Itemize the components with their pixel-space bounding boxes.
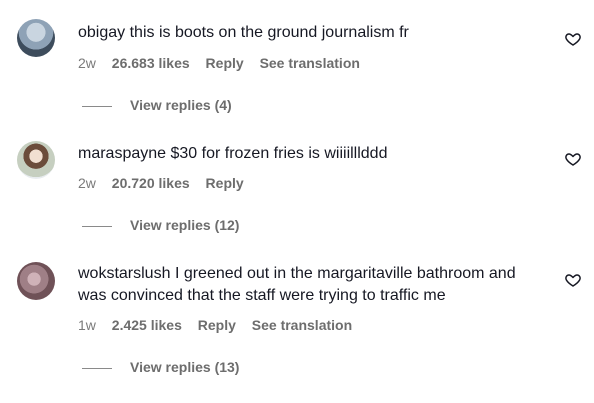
view-replies-label: View replies (4) [130, 97, 232, 113]
comment-meta: 1w 2.425 likes Reply See translation [78, 317, 364, 333]
divider-line [82, 225, 112, 227]
comment-time: 2w [78, 55, 96, 71]
reply-button[interactable]: Reply [198, 317, 236, 333]
comment-time: 1w [78, 317, 96, 333]
like-count: 20.720 likes [111, 175, 190, 191]
comment-text: maraspayne $30 for frozen fries is wiiii… [78, 143, 548, 165]
avatar[interactable] [17, 262, 55, 300]
avatar[interactable] [17, 19, 55, 57]
comment-username[interactable]: maraspayne [78, 145, 166, 162]
like-count: 2.425 likes [111, 317, 182, 333]
reply-button[interactable]: Reply [206, 55, 244, 71]
view-replies-label: View replies (12) [130, 217, 240, 233]
see-translation-button[interactable]: See translation [260, 55, 360, 71]
view-replies-button[interactable]: View replies (4) [82, 97, 232, 113]
comment-body: $30 for frozen fries is wiiiilllddd [170, 145, 388, 162]
heart-icon[interactable] [565, 272, 581, 288]
comment-time: 2w [78, 175, 96, 191]
view-replies-button[interactable]: View replies (12) [82, 217, 239, 233]
comment-body: this is boots on the ground journalism f… [129, 24, 409, 41]
view-replies-label: View replies (13) [130, 359, 240, 375]
view-replies-button[interactable]: View replies (13) [82, 359, 239, 375]
comment-username[interactable]: wokstarslush [78, 265, 170, 282]
reply-button[interactable]: Reply [206, 175, 244, 191]
heart-icon[interactable] [565, 31, 581, 47]
like-count: 26.683 likes [111, 55, 190, 71]
divider-line [82, 105, 112, 107]
comment-text: wokstarslush I greened out in the margar… [78, 263, 548, 307]
comment-meta: 2w 26.683 likes Reply See translation [78, 55, 372, 71]
comment-username[interactable]: obigay [78, 24, 125, 41]
see-translation-button[interactable]: See translation [252, 317, 352, 333]
comment-text: obigay this is boots on the ground journ… [78, 22, 548, 44]
divider-line [82, 367, 112, 369]
comment-meta: 2w 20.720 likes Reply [78, 175, 256, 191]
avatar[interactable] [17, 141, 55, 179]
heart-icon[interactable] [565, 151, 581, 167]
